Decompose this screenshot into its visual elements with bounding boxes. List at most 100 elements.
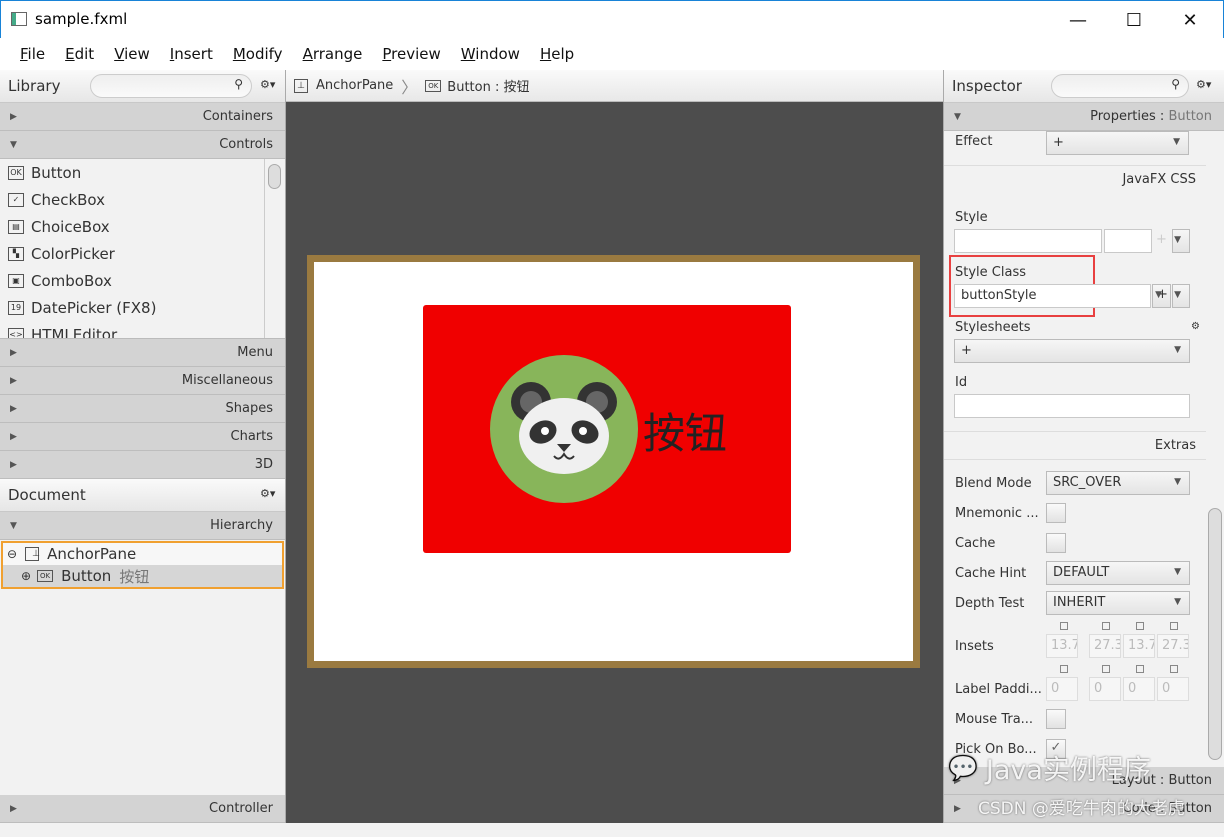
menu-edit[interactable]: Edit: [65, 45, 94, 63]
html-icon: <>: [8, 327, 24, 338]
style-input[interactable]: [954, 229, 1102, 253]
menu-help[interactable]: Help: [540, 45, 574, 63]
mouse-transparent-checkbox[interactable]: [1046, 709, 1066, 729]
style-class-menu-button[interactable]: [1172, 284, 1190, 308]
menu-arrange[interactable]: Arrange: [303, 45, 363, 63]
inset-right[interactable]: 27.3: [1089, 634, 1121, 658]
padding-top[interactable]: 0: [1046, 677, 1078, 701]
expanded-arrow-icon: ▼: [10, 520, 17, 531]
inset-bottom[interactable]: 13.7: [1123, 634, 1155, 658]
section-menu[interactable]: ▶ Menu: [0, 339, 285, 367]
breadcrumb: ⊥ AnchorPane 〉 OK Button : 按钮: [286, 70, 943, 102]
section-hierarchy[interactable]: ▼ Hierarchy: [0, 512, 285, 540]
section-label: Miscellaneous: [181, 373, 273, 388]
item-label: ComboBox: [31, 271, 112, 290]
inspector-title: Inspector: [952, 77, 1022, 95]
menu-insert[interactable]: Insert: [170, 45, 213, 63]
depth-test-select[interactable]: INHERIT: [1046, 591, 1190, 615]
minimize-button[interactable]: —: [1051, 1, 1105, 39]
padding-bottom[interactable]: 0: [1123, 677, 1155, 701]
item-label: HTMLEditor: [31, 325, 118, 339]
library-item-colorpicker[interactable]: ▚ ColorPicker: [0, 240, 285, 267]
styled-button[interactable]: 按钮: [423, 305, 791, 553]
section-label: Containers: [202, 109, 273, 124]
library-item-htmleditor[interactable]: <> HTMLEditor: [0, 321, 285, 339]
add-style-class-button[interactable]: +: [1152, 284, 1171, 308]
blend-mode-select[interactable]: SRC_OVER: [1046, 471, 1190, 495]
cache-hint-label: Cache Hint: [955, 566, 1027, 581]
breadcrumb-item-anchorpane[interactable]: AnchorPane: [316, 78, 393, 93]
inspector-scrollbar[interactable]: [1206, 201, 1224, 837]
tree-item-button[interactable]: ⊕ OK Button 按钮: [3, 565, 282, 587]
scrollbar-thumb[interactable]: [268, 164, 281, 189]
anchor-pane[interactable]: 按钮: [307, 255, 920, 668]
breadcrumb-item-button[interactable]: Button : 按钮: [447, 76, 529, 95]
library-item-combobox[interactable]: ▣ ComboBox: [0, 267, 285, 294]
library-item-button[interactable]: OK Button: [0, 159, 285, 186]
mnemonic-checkbox[interactable]: [1046, 503, 1066, 523]
stylesheets-label: Stylesheets: [955, 320, 1031, 335]
padding-right[interactable]: 0: [1089, 677, 1121, 701]
scrollbar-thumb[interactable]: [1208, 508, 1222, 760]
menu-file[interactable]: File: [20, 45, 45, 63]
menu-view[interactable]: View: [114, 45, 150, 63]
style-value-input[interactable]: [1104, 229, 1152, 253]
inspector-header: Inspector ⚲ ⚙▾: [944, 70, 1224, 103]
calendar-icon: 19: [8, 300, 24, 315]
section-label: Properties: [1090, 109, 1156, 124]
section-charts[interactable]: ▶ Charts: [0, 423, 285, 451]
section-shapes[interactable]: ▶ Shapes: [0, 395, 285, 423]
section-miscellaneous[interactable]: ▶ Miscellaneous: [0, 367, 285, 395]
style-class-input[interactable]: buttonStyle: [954, 284, 1151, 308]
cache-checkbox[interactable]: [1046, 533, 1066, 553]
panda-icon: [490, 355, 638, 503]
add-icon[interactable]: +: [1156, 232, 1167, 247]
add-stylesheet-button[interactable]: +: [954, 339, 1190, 363]
menu-bar: File Edit View Insert Modify Arrange Pre…: [0, 38, 1224, 70]
cache-hint-select[interactable]: DEFAULT: [1046, 561, 1190, 585]
javafx-css-header: JavaFX CSS: [944, 165, 1206, 193]
id-label: Id: [955, 375, 968, 390]
maximize-button[interactable]: ☐: [1107, 1, 1161, 39]
library-item-choicebox[interactable]: ▤ ChoiceBox: [0, 213, 285, 240]
gear-menu-icon[interactable]: ⚙▾: [260, 487, 275, 500]
section-containers[interactable]: ▶ Containers: [0, 103, 285, 131]
colorpicker-icon: ▚: [8, 246, 24, 261]
tree-item-anchorpane[interactable]: ⊖ ⊥ AnchorPane: [3, 543, 282, 565]
collapsed-arrow-icon: ▶: [10, 375, 17, 386]
menu-modify[interactable]: Modify: [233, 45, 283, 63]
section-controller[interactable]: ▶ Controller: [0, 795, 285, 823]
scrollbar[interactable]: [264, 159, 285, 338]
gear-menu-icon[interactable]: ⚙▾: [260, 78, 275, 91]
controls-list: OK Button ✓ CheckBox ▤ ChoiceBox ▚ ColorPick…: [0, 159, 285, 339]
close-button[interactable]: ✕: [1163, 1, 1217, 39]
collapse-icon[interactable]: ⊖: [7, 547, 17, 561]
expand-icon[interactable]: ⊕: [21, 569, 31, 583]
collapsed-arrow-icon: ▶: [10, 403, 17, 414]
section-target: Button: [1168, 109, 1212, 124]
menu-window[interactable]: Window: [461, 45, 520, 63]
gear-menu-icon[interactable]: ⚙▾: [1196, 78, 1211, 91]
inset-left[interactable]: 27.3: [1157, 634, 1189, 658]
tree-item-label: AnchorPane: [47, 545, 137, 563]
library-item-checkbox[interactable]: ✓ CheckBox: [0, 186, 285, 213]
inspector-search-input[interactable]: ⚲: [1051, 74, 1189, 98]
section-controls[interactable]: ▼ Controls: [0, 131, 285, 159]
menu-preview[interactable]: Preview: [382, 45, 440, 63]
effect-combo[interactable]: +: [1046, 131, 1189, 155]
id-input[interactable]: [954, 394, 1190, 418]
chevron-right-icon: 〉: [401, 77, 418, 97]
section-label: Charts: [230, 429, 274, 444]
library-item-datepicker[interactable]: 19 DatePicker (FX8): [0, 294, 285, 321]
style-menu-button[interactable]: [1172, 229, 1190, 253]
section-label: Shapes: [225, 401, 273, 416]
section-properties[interactable]: ▼ Properties : Button: [944, 103, 1224, 131]
blend-mode-label: Blend Mode: [955, 476, 1032, 491]
inset-top[interactable]: 13.7: [1046, 634, 1078, 658]
depth-test-label: Depth Test: [955, 596, 1025, 611]
padding-left[interactable]: 0: [1157, 677, 1189, 701]
library-search-input[interactable]: ⚲: [90, 74, 252, 98]
section-3d[interactable]: ▶ 3D: [0, 451, 285, 479]
gear-icon[interactable]: ⚙: [1191, 321, 1200, 332]
collapsed-arrow-icon: ▶: [10, 111, 17, 122]
